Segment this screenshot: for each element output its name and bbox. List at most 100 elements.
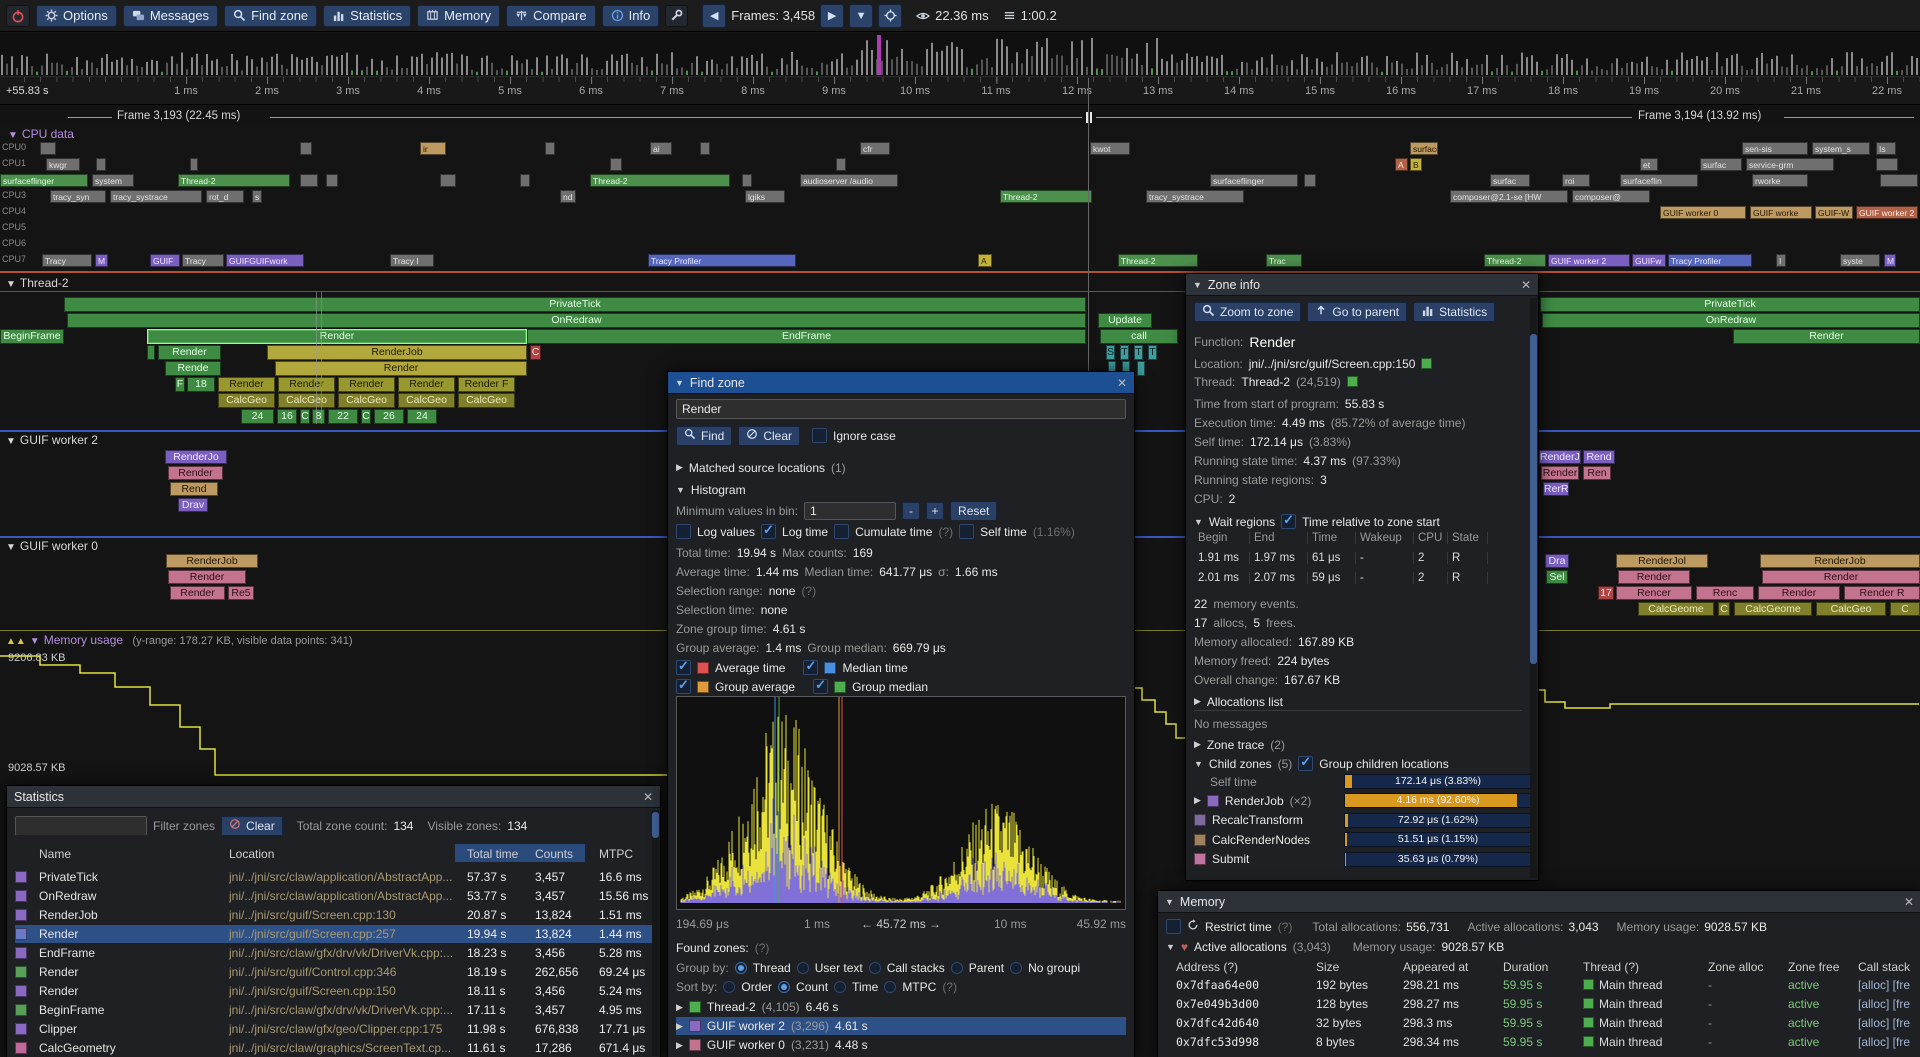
zone-group-row[interactable]: ▶GUIF worker 2(3,296)4.61 s (676, 1017, 1126, 1035)
table-row[interactable]: Renderjni/../jni/src/guif/Screen.cpp:150… (15, 982, 652, 1000)
col-name[interactable]: Name (39, 847, 219, 861)
scrollbar-thumb[interactable] (652, 812, 659, 838)
close-icon[interactable]: ✕ (1117, 376, 1127, 390)
collapse-icon[interactable]: ▼ (1166, 942, 1175, 952)
col-duration[interactable]: Duration (1503, 960, 1578, 974)
col-call-stack[interactable]: Call stack (1858, 960, 1913, 974)
call-stack[interactable]: [alloc] [fre (1858, 978, 1913, 992)
child-zones-section[interactable]: Child zones (1209, 757, 1272, 771)
col-size[interactable]: Size (1316, 960, 1396, 974)
expand-icon[interactable]: ▶ (676, 1040, 683, 1051)
col-zone-alloc[interactable]: Zone alloc (1708, 960, 1783, 974)
expand-icon[interactable]: ▶ (1194, 795, 1201, 806)
wait-col-wakeup[interactable]: Wakeup (1356, 532, 1414, 544)
scrollbar-thumb[interactable] (1530, 334, 1537, 664)
table-row[interactable]: Renderjni/../jni/src/guif/Control.cpp:34… (15, 963, 652, 981)
average-time-checkbox[interactable] (676, 660, 691, 675)
count-radio[interactable] (778, 981, 790, 993)
child-zone-row[interactable]: RecalcTransform72.92 μs (1.62%) (1194, 811, 1530, 830)
scrollbar[interactable] (652, 810, 659, 1056)
expand-icon[interactable]: ▶ (1194, 696, 1201, 707)
decrement-button[interactable]: - (902, 502, 920, 520)
median-time-checkbox[interactable] (803, 660, 818, 675)
zone-group-row[interactable]: ▶GUIF worker 0(3,231)4.48 s (676, 1036, 1126, 1054)
order-radio[interactable] (723, 981, 735, 993)
child-time-bar[interactable]: 4.16 ms (92.60%) (1344, 793, 1530, 808)
free-zone[interactable]: active (1788, 1016, 1856, 1030)
wait-regions-section[interactable]: Wait regions (1209, 515, 1275, 529)
wait-col-state[interactable]: State (1448, 532, 1488, 544)
col-mtpc[interactable]: MTPC (599, 847, 652, 861)
expand-icon[interactable]: ▶ (1194, 739, 1201, 750)
child-time-bar[interactable]: 51.51 μs (1.15%) (1344, 832, 1530, 847)
filter-input[interactable] (15, 816, 147, 835)
ignore-case-checkbox[interactable] (812, 428, 827, 443)
allocation-row[interactable]: 0x7dfc42d64032 bytes298.3 ms59.95 sMain … (1166, 1014, 1913, 1032)
self-time-checkbox[interactable] (959, 524, 974, 539)
table-row[interactable]: CalcGeometryjni/../jni/src/claw/graphics… (15, 1039, 652, 1057)
zone-trace-section[interactable]: Zone trace (1207, 738, 1264, 752)
col-appeared[interactable]: Appeared at (1403, 960, 1498, 974)
group-average-checkbox[interactable] (676, 679, 691, 694)
find-button[interactable]: Find (676, 426, 732, 445)
wait-col-cpu[interactable]: CPU (1414, 532, 1448, 544)
child-zone-row[interactable]: ▶RenderJob(×2)4.16 ms (92.60%) (1194, 791, 1530, 810)
histogram-section[interactable]: Histogram (691, 483, 746, 497)
allocation-row[interactable]: 0x7e049b3d00128 bytes298.27 ms59.95 sMai… (1166, 995, 1913, 1013)
expand-icon[interactable]: ▶ (676, 462, 683, 473)
call-stack[interactable]: [alloc] [fre (1858, 997, 1913, 1011)
statistics-button[interactable]: Statistics (1413, 302, 1495, 321)
free-zone[interactable]: active (1788, 1035, 1856, 1049)
zone-info-titlebar[interactable]: ▼ Zone info ✕ (1186, 274, 1538, 296)
col-zone-free[interactable]: Zone free (1788, 960, 1856, 974)
collapse-icon[interactable]: ▼ (1194, 759, 1203, 769)
zone-group-row[interactable]: ▶Thread-2(4,105)6.46 s (676, 998, 1126, 1016)
call-stacks-radio[interactable] (869, 962, 881, 974)
col-thread[interactable]: Thread (?) (1583, 960, 1701, 974)
wait-row[interactable]: 1.91 ms1.97 ms61 μs-2R (1194, 552, 1522, 567)
wait-col-end[interactable]: End (1250, 532, 1308, 544)
child-zone-row[interactable]: CalcRenderNodes51.51 μs (1.15%) (1194, 830, 1530, 849)
scrollbar[interactable] (1530, 298, 1537, 878)
table-row[interactable]: EndFramejni/../jni/src/claw/gfx/drv/vk/D… (15, 944, 652, 962)
no-groupi-radio[interactable] (1010, 962, 1022, 974)
child-time-bar[interactable]: 172.14 μs (3.83%) (1344, 774, 1530, 789)
time-radio[interactable] (834, 981, 846, 993)
reset-button[interactable]: Reset (950, 501, 997, 520)
log-values-checkbox[interactable] (676, 524, 691, 539)
table-row[interactable]: Clipperjni/../jni/src/claw/gfx/geo/Clipp… (15, 1020, 652, 1038)
matched-locations[interactable]: Matched source locations (689, 461, 825, 475)
mtpc-radio[interactable] (884, 981, 896, 993)
allocation-row[interactable]: 0x7dfaa64e00192 bytes298.21 ms59.95 sMai… (1166, 976, 1913, 994)
wait-col-begin[interactable]: Begin (1194, 532, 1250, 544)
allocations-list-section[interactable]: Allocations list (1207, 695, 1283, 709)
user-text-radio[interactable] (797, 962, 809, 974)
expand-icon[interactable]: ▶ (676, 1002, 683, 1013)
find-zone-titlebar[interactable]: ▼ Find zone ✕ (668, 372, 1134, 394)
source-color-square[interactable] (1421, 358, 1432, 369)
group-median-checkbox[interactable] (813, 679, 828, 694)
memory-titlebar[interactable]: ▼ Memory ✕ (1158, 891, 1920, 913)
statistics-titlebar[interactable]: Statistics ✕ (7, 786, 660, 808)
clear-filter-button[interactable]: Clear (221, 816, 283, 835)
table-row[interactable]: Renderjni/../jni/src/guif/Screen.cpp:257… (15, 925, 652, 943)
call-stack[interactable]: [alloc] [fre (1858, 1016, 1913, 1030)
free-zone[interactable]: active (1788, 978, 1856, 992)
min-bin-input[interactable] (804, 502, 896, 520)
parent-radio[interactable] (951, 962, 963, 974)
close-icon[interactable]: ✕ (1904, 895, 1914, 909)
group-children-checkbox[interactable] (1298, 756, 1313, 771)
go-to-parent-button[interactable]: Go to parent (1307, 302, 1407, 321)
child-time-bar[interactable]: 35.63 μs (0.79%) (1344, 852, 1530, 867)
close-icon[interactable]: ✕ (1521, 278, 1531, 292)
search-input[interactable] (676, 399, 1126, 419)
close-icon[interactable]: ✕ (643, 790, 653, 804)
child-zone-row[interactable]: Submit35.63 μs (0.79%) (1194, 850, 1530, 869)
table-row[interactable]: RenderJobjni/../jni/src/guif/Screen.cpp:… (15, 906, 652, 924)
table-row[interactable]: BeginFramejni/../jni/src/claw/gfx/drv/vk… (15, 1001, 652, 1019)
clear-button[interactable]: Clear (738, 426, 800, 445)
child-time-bar[interactable]: 72.92 μs (1.62%) (1344, 813, 1530, 828)
zoom-to-zone-button[interactable]: Zoom to zone (1194, 302, 1301, 321)
wait-row[interactable]: 2.01 ms2.07 ms59 μs-2R (1194, 572, 1522, 587)
call-stack[interactable]: [alloc] [fre (1858, 1035, 1913, 1049)
